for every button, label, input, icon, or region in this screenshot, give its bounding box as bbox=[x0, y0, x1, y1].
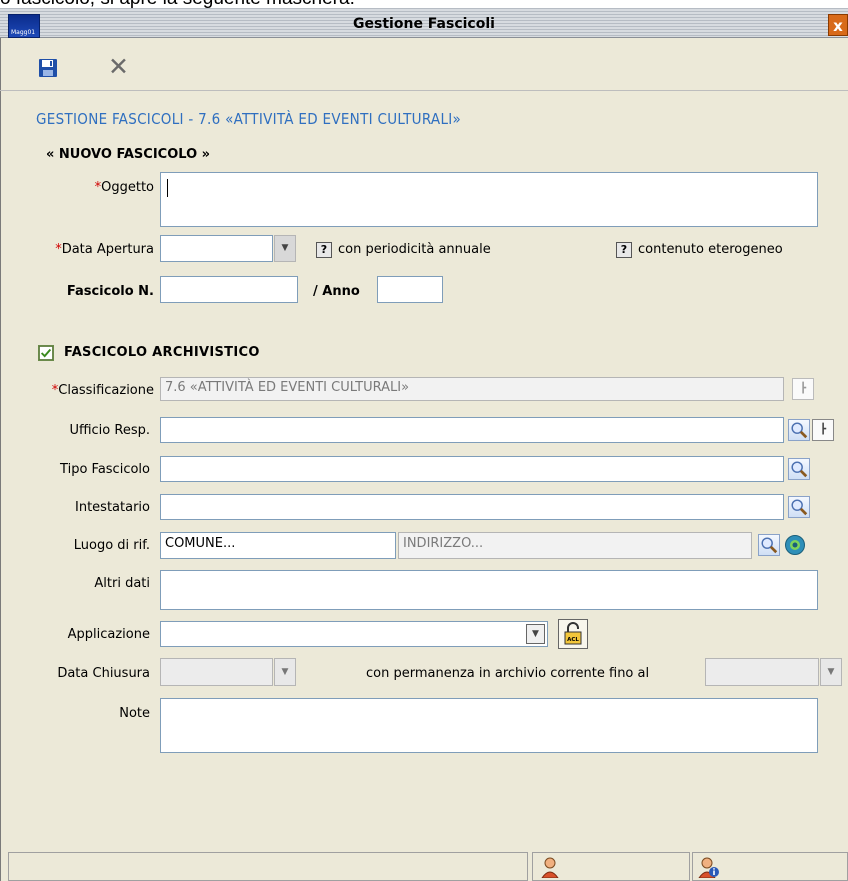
fascicolo-n-field[interactable] bbox=[160, 276, 298, 303]
user-info-icon bbox=[698, 857, 719, 878]
ufficio-label: Ufficio Resp. bbox=[69, 423, 150, 438]
altri-dati-label: Altri dati bbox=[94, 576, 150, 591]
periodicita-label: con periodicità annuale bbox=[338, 242, 491, 257]
tree-icon[interactable]: ┣ bbox=[812, 419, 834, 441]
search-icon[interactable] bbox=[788, 419, 810, 441]
svg-text:ACL: ACL bbox=[567, 637, 579, 643]
archivistico-section-label: FASCICOLO ARCHIVISTICO bbox=[64, 345, 260, 360]
status-bar-message bbox=[8, 852, 528, 881]
acl-lock-button[interactable]: ACL bbox=[558, 619, 588, 649]
data-chiusura-label: Data Chiusura bbox=[57, 666, 150, 681]
fascicolo-n-label: Fascicolo N. bbox=[66, 284, 154, 299]
tipo-fascicolo-field[interactable] bbox=[160, 456, 784, 482]
data-apertura-label: *Data Apertura bbox=[55, 242, 154, 257]
note-label: Note bbox=[119, 706, 150, 721]
oggetto-field[interactable] bbox=[160, 172, 818, 227]
window-close-button[interactable]: x bbox=[828, 14, 848, 36]
intestatario-field[interactable] bbox=[160, 494, 784, 520]
classificazione-label: *Classificazione bbox=[51, 383, 154, 398]
eterogeneo-checkbox[interactable]: ? bbox=[616, 242, 632, 258]
anno-field[interactable] bbox=[377, 276, 443, 303]
eterogeneo-label: contenuto eterogeneo bbox=[638, 242, 783, 257]
intestatario-label: Intestatario bbox=[75, 500, 150, 515]
data-apertura-field[interactable] bbox=[160, 235, 273, 262]
window-title: Gestione Fascicoli bbox=[353, 16, 495, 32]
note-field[interactable] bbox=[160, 698, 818, 753]
data-chiusura-field bbox=[160, 658, 273, 686]
permanenza-field bbox=[705, 658, 819, 686]
altri-dati-field[interactable] bbox=[160, 570, 818, 610]
search-icon[interactable] bbox=[788, 496, 810, 518]
save-icon[interactable] bbox=[38, 58, 58, 78]
page-title: GESTIONE FASCICOLI - 7.6 «ATTIVITÀ ED EV… bbox=[36, 110, 462, 128]
applicazione-dropdown-button[interactable]: ▼ bbox=[526, 624, 545, 644]
lock-icon: ACL bbox=[564, 622, 582, 645]
tipo-fascicolo-label: Tipo Fascicolo bbox=[60, 462, 150, 477]
comune-field[interactable]: COMUNE... bbox=[160, 532, 396, 559]
anno-label: / Anno bbox=[313, 284, 360, 299]
oggetto-label: *Oggetto bbox=[94, 180, 154, 195]
data-apertura-dropdown-button[interactable]: ▼ bbox=[274, 235, 296, 262]
new-fascicolo-label: « NUOVO FASCICOLO » bbox=[46, 147, 211, 162]
search-icon[interactable] bbox=[788, 458, 810, 480]
applicazione-label: Applicazione bbox=[67, 627, 150, 642]
search-icon[interactable] bbox=[758, 534, 780, 556]
data-chiusura-dropdown-button: ▼ bbox=[274, 658, 296, 686]
luogo-label: Luogo di rif. bbox=[73, 538, 150, 553]
text-cursor bbox=[167, 179, 168, 197]
indirizzo-field: INDIRIZZO... bbox=[398, 532, 752, 559]
applicazione-select[interactable] bbox=[160, 621, 548, 647]
permanenza-label: con permanenza in archivio corrente fino… bbox=[366, 666, 650, 681]
classificazione-field: 7.6 «ATTIVITÀ ED EVENTI CULTURALI» bbox=[160, 377, 784, 401]
cancel-icon[interactable]: ✕ bbox=[108, 54, 129, 80]
periodicita-checkbox[interactable]: ? bbox=[316, 242, 332, 258]
ufficio-field[interactable] bbox=[160, 417, 784, 443]
archivistico-checkbox[interactable] bbox=[38, 345, 54, 361]
tree-icon: ┣ bbox=[792, 378, 814, 400]
permanenza-dropdown-button: ▼ bbox=[820, 658, 842, 686]
user-icon bbox=[541, 857, 559, 878]
globe-icon[interactable] bbox=[784, 534, 806, 556]
